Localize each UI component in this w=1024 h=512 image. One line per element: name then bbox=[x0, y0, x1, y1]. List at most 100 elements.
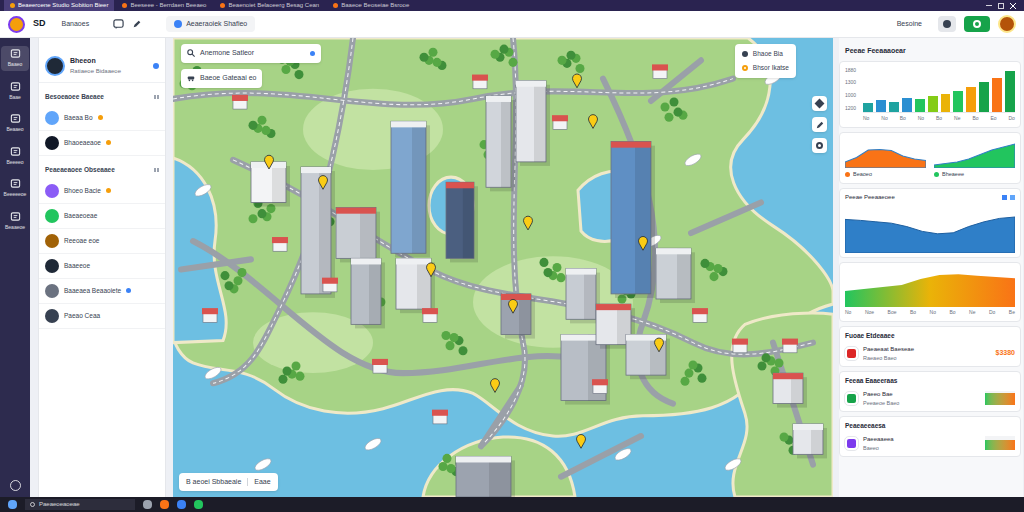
rail-item[interactable]: Beeeeo bbox=[1, 144, 29, 169]
sidebar-item[interactable]: Reeoae eoe bbox=[39, 229, 165, 254]
tree bbox=[780, 433, 789, 442]
profile-row[interactable]: Bheeon Ratiaeoe Bidaaeoe bbox=[39, 50, 165, 83]
address-field[interactable]: Aeaeraoiek Shafieo bbox=[166, 16, 255, 33]
sidebar-item[interactable]: Bhaoeaeaoe bbox=[39, 131, 165, 156]
maximize-icon[interactable] bbox=[998, 3, 1004, 9]
map-pin[interactable] bbox=[589, 115, 598, 129]
bar bbox=[1005, 71, 1015, 112]
building[interactable] bbox=[456, 456, 515, 497]
tree bbox=[689, 360, 698, 369]
group-title: Peaeaeaoee Obseaaee bbox=[45, 165, 115, 175]
layers-button[interactable] bbox=[812, 96, 827, 111]
tree bbox=[670, 97, 679, 106]
building[interactable] bbox=[396, 258, 435, 313]
chat-icon[interactable] bbox=[113, 19, 124, 30]
sidebar-item[interactable]: Baaeeoe bbox=[39, 254, 165, 279]
tree bbox=[282, 65, 291, 74]
map-pin[interactable] bbox=[491, 379, 500, 393]
map-pin[interactable] bbox=[639, 236, 648, 250]
building[interactable] bbox=[611, 142, 655, 298]
group-header[interactable]: Peaeaeaoee Obseaaee bbox=[39, 156, 165, 179]
app-icon[interactable] bbox=[177, 500, 186, 509]
building[interactable] bbox=[773, 373, 807, 408]
map-view[interactable]: Anemone Satleor Baeoe Gateaai eo Bhaoe B… bbox=[173, 38, 833, 497]
building[interactable] bbox=[516, 81, 550, 166]
draw-button[interactable] bbox=[812, 117, 827, 132]
locate-button[interactable] bbox=[812, 138, 827, 153]
rail-item[interactable]: Baae bbox=[1, 79, 29, 104]
sidebar-item[interactable]: Bhoeo Bacie bbox=[39, 179, 165, 204]
sync-button[interactable] bbox=[964, 16, 990, 32]
summary-card[interactable]: Feeaa EaaeeraasPaeeo BaePeeaeoe Baeo bbox=[839, 371, 1021, 412]
map-pin[interactable] bbox=[427, 263, 436, 277]
bar bbox=[928, 96, 938, 112]
trend-card: Peeae Peeaaeoee bbox=[839, 188, 1021, 258]
browser-tab[interactable]: Beeseee - Berrdaen Beeaeo bbox=[116, 0, 212, 11]
sidebar-item[interactable]: Baaeaea Beaaoiete bbox=[39, 279, 165, 304]
summary-detail: Peeaeoe Baeo bbox=[863, 399, 980, 407]
app-logo-icon[interactable] bbox=[8, 16, 25, 33]
map-footer-action[interactable]: Eaae bbox=[254, 477, 270, 488]
browser-tab[interactable]: Baaeoe Beoseiae Bsrooe bbox=[327, 0, 415, 11]
item-avatar-icon bbox=[45, 136, 59, 150]
map-pin[interactable] bbox=[265, 155, 274, 169]
map-filter-chip[interactable]: Baeoe Gateaai eo bbox=[181, 69, 262, 88]
city-map[interactable] bbox=[173, 38, 833, 497]
map-pin[interactable] bbox=[524, 216, 533, 230]
house bbox=[422, 308, 438, 322]
browser-tab[interactable]: Beaeeroene Studio Sobition Bieer bbox=[4, 0, 114, 11]
tree bbox=[459, 346, 468, 355]
map-pin[interactable] bbox=[509, 299, 518, 313]
map-pin[interactable] bbox=[573, 74, 582, 88]
rail-item[interactable]: Beeeeeoe bbox=[1, 176, 29, 201]
account-button[interactable] bbox=[938, 16, 956, 32]
rail-item[interactable]: Beaaeoe bbox=[1, 209, 29, 234]
summary-icon bbox=[845, 437, 858, 450]
sidebar-item[interactable]: Baeaeoeae bbox=[39, 204, 165, 229]
house bbox=[372, 359, 388, 373]
map-pin[interactable] bbox=[577, 434, 586, 448]
map-search[interactable]: Anemone Satleor bbox=[181, 44, 321, 63]
rail-item[interactable]: Baaeo bbox=[1, 46, 29, 71]
pen-icon[interactable] bbox=[132, 19, 142, 29]
building[interactable] bbox=[351, 258, 385, 328]
building[interactable] bbox=[391, 121, 430, 257]
rail-item[interactable]: Beaaeo bbox=[1, 111, 29, 136]
close-icon[interactable] bbox=[1010, 3, 1016, 9]
axis-label: Ne bbox=[969, 309, 975, 317]
summary-meter bbox=[985, 436, 1015, 450]
map-pin[interactable] bbox=[655, 338, 664, 352]
taskbar-search[interactable]: Paeaeoeaoeae bbox=[25, 499, 135, 510]
avatar-icon[interactable] bbox=[998, 15, 1016, 33]
app-icon[interactable] bbox=[143, 500, 152, 509]
tree bbox=[674, 108, 683, 117]
building[interactable] bbox=[626, 335, 670, 380]
item-name: Bhoeo Bacie bbox=[64, 186, 101, 196]
app-icon[interactable] bbox=[160, 500, 169, 509]
building[interactable] bbox=[251, 162, 290, 207]
sidebar-item[interactable]: Baeaa Bo bbox=[39, 106, 165, 131]
building[interactable] bbox=[656, 248, 695, 303]
building[interactable] bbox=[486, 96, 515, 191]
expand-icon[interactable] bbox=[1010, 195, 1015, 200]
tree bbox=[567, 51, 576, 60]
map-pin[interactable] bbox=[319, 176, 328, 190]
browser-tab[interactable]: Beaenoiet Belaoeerg Besag Cean bbox=[214, 0, 325, 11]
group-header[interactable]: Besoeaoee Baeaee bbox=[39, 83, 165, 106]
summary-card[interactable]: PeaeaeeaesaPaeeaaeeaBaeeo bbox=[839, 416, 1021, 457]
help-icon[interactable] bbox=[10, 480, 21, 491]
building[interactable] bbox=[566, 269, 600, 324]
start-icon[interactable] bbox=[8, 500, 17, 509]
share-icon[interactable] bbox=[1002, 195, 1007, 200]
summary-card[interactable]: Fuoae EtdeaaeePaeaeaat BaeseaeRaeaeo Bae… bbox=[839, 326, 1021, 367]
building[interactable] bbox=[793, 424, 827, 459]
tree bbox=[758, 361, 767, 370]
building[interactable] bbox=[336, 208, 380, 263]
sidebar-item[interactable]: Paeao Ceaa bbox=[39, 304, 165, 329]
toolbar: SD Banaoes Aeaeraoiek Shafieo Besoine bbox=[0, 11, 1024, 38]
house bbox=[552, 115, 568, 129]
building[interactable] bbox=[501, 294, 535, 339]
building[interactable] bbox=[446, 182, 478, 262]
minimize-icon[interactable] bbox=[986, 5, 992, 6]
app-icon[interactable] bbox=[194, 500, 203, 509]
